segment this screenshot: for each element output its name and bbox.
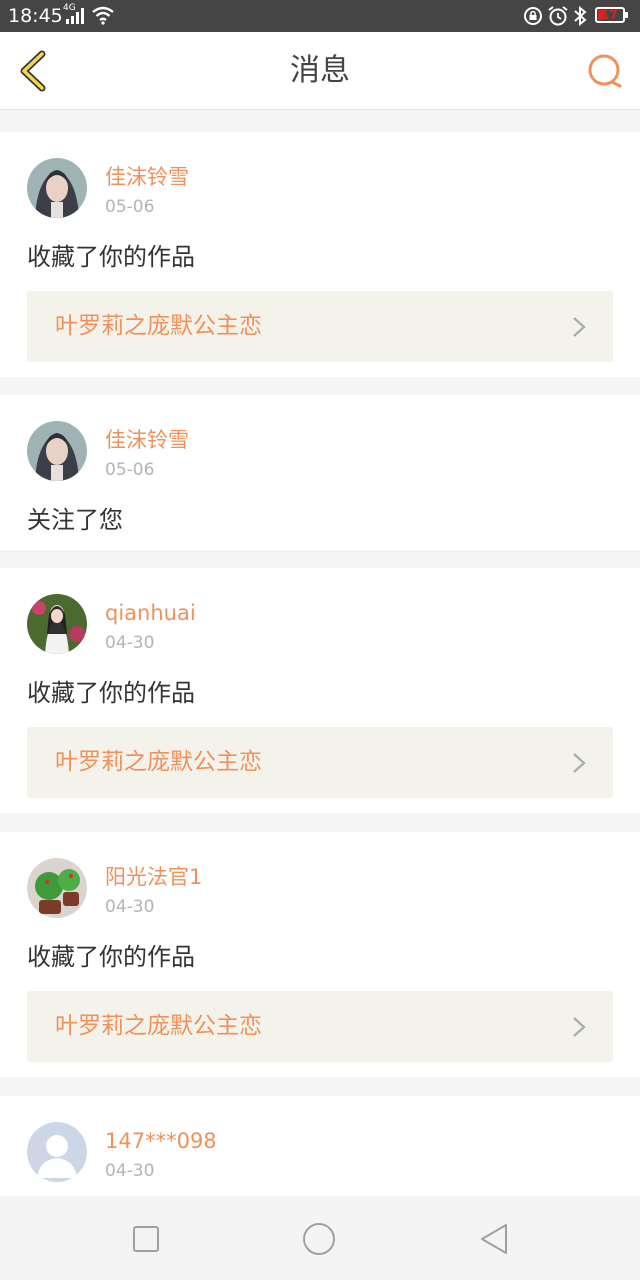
message-date: 04-30: [105, 1161, 155, 1181]
message-item[interactable]: 阳光法官1 04-30 收藏了你的作品 叶罗莉之庞默公主恋: [0, 832, 640, 1077]
sender-name[interactable]: qianhuai: [105, 600, 196, 626]
work-title: 叶罗莉之庞默公主恋: [55, 1013, 262, 1039]
bluetooth-icon: [574, 5, 587, 27]
action-text: 关注了您: [27, 506, 123, 534]
message-date: 05-06: [105, 460, 155, 480]
work-link[interactable]: 叶罗莉之庞默公主恋: [27, 727, 613, 798]
work-title: 叶罗莉之庞默公主恋: [55, 313, 262, 339]
back-icon[interactable]: [477, 1222, 511, 1256]
sender-name[interactable]: 佳沫铃雪: [105, 164, 189, 190]
search-icon[interactable]: [586, 52, 624, 90]
action-text: 收藏了你的作品: [27, 243, 195, 271]
chevron-right-icon: [573, 317, 586, 337]
battery-icon: 17: [595, 7, 628, 23]
action-text: 收藏了你的作品: [27, 679, 195, 707]
signal-icon: [66, 8, 86, 24]
message-date: 05-06: [105, 197, 155, 217]
message-date: 04-30: [105, 897, 155, 917]
status-bar: 18:45 4G 17: [0, 0, 640, 32]
message-item[interactable]: 佳沫铃雪 05-06 关注了您: [0, 395, 640, 550]
action-text: 收藏了你的作品: [27, 943, 195, 971]
avatar[interactable]: [27, 858, 87, 918]
lock-rotation-icon: [524, 7, 542, 25]
sender-name[interactable]: 阳光法官1: [105, 864, 202, 890]
message-item[interactable]: qianhuai 04-30 收藏了你的作品 叶罗莉之庞默公主恋: [0, 568, 640, 813]
home-icon[interactable]: [302, 1222, 336, 1256]
battery-level: 17: [601, 8, 618, 22]
avatar[interactable]: [27, 1122, 87, 1182]
recent-apps-icon[interactable]: [129, 1222, 163, 1256]
status-time: 18:45: [8, 5, 63, 27]
sender-name[interactable]: 147***098: [105, 1128, 217, 1154]
work-link[interactable]: 叶罗莉之庞默公主恋: [27, 991, 613, 1062]
avatar[interactable]: [27, 158, 87, 218]
alarm-icon: [548, 6, 568, 26]
header-bar: 消息: [0, 32, 640, 110]
message-item[interactable]: 147***098 04-30: [0, 1096, 640, 1196]
chevron-right-icon: [573, 1017, 586, 1037]
sender-name[interactable]: 佳沫铃雪: [105, 427, 189, 453]
page-title: 消息: [290, 53, 350, 88]
wifi-icon: [92, 6, 114, 25]
avatar[interactable]: [27, 594, 87, 654]
system-nav-bar: [0, 1196, 640, 1280]
work-link[interactable]: 叶罗莉之庞默公主恋: [27, 291, 613, 362]
message-item[interactable]: 佳沫铃雪 05-06 收藏了你的作品 叶罗莉之庞默公主恋: [0, 132, 640, 377]
message-date: 04-30: [105, 633, 155, 653]
chevron-right-icon: [573, 753, 586, 773]
work-title: 叶罗莉之庞默公主恋: [55, 749, 262, 775]
avatar[interactable]: [27, 421, 87, 481]
